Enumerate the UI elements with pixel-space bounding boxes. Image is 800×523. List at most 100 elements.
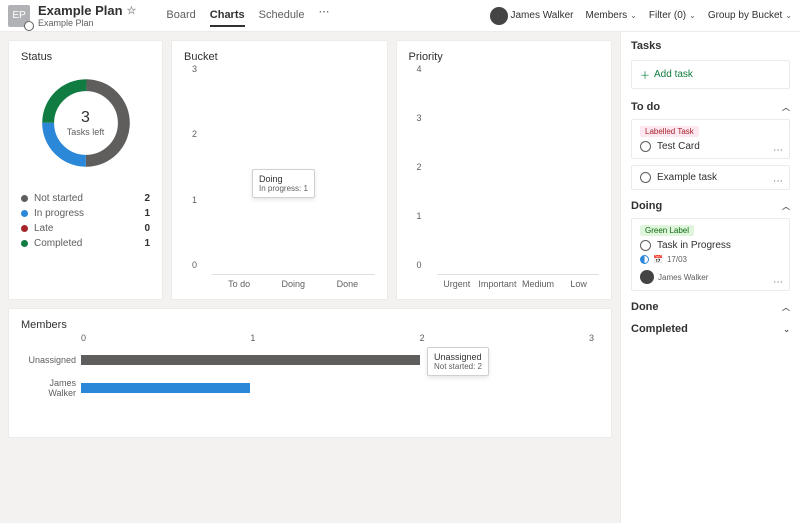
x-label: Low bbox=[558, 279, 599, 289]
tasks-left-label: Tasks left bbox=[67, 127, 105, 137]
task-more-icon[interactable]: ⋯ bbox=[773, 176, 783, 187]
complete-circle-icon[interactable] bbox=[640, 141, 651, 152]
x-cats: To doDoingDone bbox=[212, 279, 375, 289]
task-tag: Labelled Task bbox=[640, 126, 699, 137]
legend-value: 1 bbox=[144, 208, 150, 219]
legend-row: Completed 1 bbox=[21, 238, 150, 249]
info-icon[interactable]: i bbox=[24, 21, 34, 31]
legend-value: 1 bbox=[144, 238, 150, 249]
task-more-icon[interactable]: ⋯ bbox=[773, 145, 783, 156]
avatar-icon bbox=[640, 270, 654, 284]
plan-title-wrap: Example Plan ☆ Example Plan bbox=[38, 3, 136, 28]
member-row[interactable]: James Walker bbox=[81, 379, 589, 397]
plan-title: Example Plan ☆ bbox=[38, 3, 136, 18]
member-label: Unassigned bbox=[21, 355, 76, 365]
donut-chart[interactable]: 3 Tasks left bbox=[36, 73, 136, 173]
chevron-down-icon: ⌄ bbox=[783, 325, 790, 334]
members-button[interactable]: Members⌄ bbox=[585, 10, 636, 21]
app-header: EP i Example Plan ☆ Example Plan Board C… bbox=[0, 0, 800, 32]
task-card[interactable]: Green Label Task in Progress 📅 17/03 ⋯ J… bbox=[631, 218, 790, 291]
user-name: James Walker bbox=[511, 10, 574, 21]
chevron-up-icon: ︿ bbox=[782, 201, 790, 212]
complete-circle-icon[interactable] bbox=[640, 240, 651, 251]
tooltip-line: In progress: 1 bbox=[259, 184, 308, 193]
member-label: James Walker bbox=[21, 378, 76, 398]
y-tick: 2 bbox=[192, 129, 197, 139]
charts-area: Status 3 Tasks left Not started 2 In pro… bbox=[0, 32, 620, 523]
x-tick: 2 bbox=[420, 333, 425, 343]
x-label: Medium bbox=[518, 279, 559, 289]
bucket-label: Doing bbox=[631, 200, 662, 212]
x-cats: UrgentImportantMediumLow bbox=[437, 279, 600, 289]
header-right: James Walker Members⌄ Filter (0)⌄ Group … bbox=[490, 7, 793, 25]
y-tick: 4 bbox=[417, 64, 422, 74]
members-chart[interactable]: Unassigned Not started: 2 0123Unassigned… bbox=[81, 351, 589, 421]
task-card[interactable]: Example task ⋯ bbox=[631, 165, 790, 190]
legend-dot-icon bbox=[21, 225, 28, 232]
tasks-panel: Tasks ＋ Add task To do ︿ Labelled Task T… bbox=[620, 32, 800, 523]
y-tick: 3 bbox=[417, 113, 422, 123]
task-card[interactable]: Labelled Task Test Card ⋯ bbox=[631, 119, 790, 159]
due-date: 17/03 bbox=[667, 255, 687, 264]
y-tick: 1 bbox=[417, 211, 422, 221]
x-label: To do bbox=[212, 279, 266, 289]
tab-schedule[interactable]: Schedule bbox=[259, 5, 305, 27]
tab-charts[interactable]: Charts bbox=[210, 5, 245, 27]
bucket-head-doing[interactable]: Doing ︿ bbox=[631, 200, 790, 212]
legend-row: Late 0 bbox=[21, 223, 150, 234]
bar-segment bbox=[81, 355, 420, 365]
bucket-head-todo[interactable]: To do ︿ bbox=[631, 101, 790, 113]
priority-chart[interactable]: 01234UrgentImportantMediumLow bbox=[417, 79, 600, 275]
task-title: Task in Progress bbox=[657, 240, 731, 251]
legend-dot-icon bbox=[21, 240, 28, 247]
task-title: Example task bbox=[657, 172, 717, 183]
tab-board[interactable]: Board bbox=[166, 5, 195, 27]
bucket-title: Bucket bbox=[184, 51, 375, 63]
complete-circle-icon[interactable] bbox=[640, 172, 651, 183]
member-bar bbox=[81, 355, 589, 365]
status-card: Status 3 Tasks left Not started 2 In pro… bbox=[8, 40, 163, 300]
charts-row: Status 3 Tasks left Not started 2 In pro… bbox=[8, 40, 612, 300]
status-title: Status bbox=[21, 51, 150, 63]
bar-segment bbox=[81, 383, 250, 393]
x-label: Done bbox=[320, 279, 374, 289]
add-task-button[interactable]: ＋ Add task bbox=[631, 60, 790, 89]
bucket-head-done[interactable]: Done ︿ bbox=[631, 301, 790, 313]
donut-center: 3 Tasks left bbox=[36, 73, 136, 173]
legend-dot-icon bbox=[21, 210, 28, 217]
member-row[interactable]: Unassigned bbox=[81, 351, 589, 369]
task-more-icon[interactable]: ⋯ bbox=[773, 277, 783, 288]
calendar-icon: 📅 bbox=[653, 255, 663, 264]
filter-button[interactable]: Filter (0)⌄ bbox=[649, 10, 696, 21]
tasks-left-count: 3 bbox=[81, 109, 90, 127]
chevron-down-icon: ⌄ bbox=[630, 11, 637, 20]
add-task-label: Add task bbox=[654, 69, 693, 80]
filter-label: Filter (0) bbox=[649, 10, 686, 21]
x-label: Urgent bbox=[437, 279, 478, 289]
y-tick: 3 bbox=[192, 64, 197, 74]
x-tick: 0 bbox=[81, 333, 86, 343]
task-tag: Green Label bbox=[640, 225, 694, 236]
x-label: Important bbox=[477, 279, 518, 289]
x-label: Doing bbox=[266, 279, 320, 289]
legend-label: In progress bbox=[34, 208, 138, 219]
task-title: Test Card bbox=[657, 141, 700, 152]
more-tabs-icon[interactable]: ⋯ bbox=[319, 5, 330, 27]
y-tick: 0 bbox=[417, 260, 422, 270]
legend-value: 0 bbox=[144, 223, 150, 234]
group-label: Group by Bucket bbox=[708, 10, 782, 21]
plan-tile[interactable]: EP i bbox=[8, 5, 30, 27]
y-tick: 2 bbox=[417, 162, 422, 172]
y-tick: 1 bbox=[192, 195, 197, 205]
priority-card: Priority 01234UrgentImportantMediumLow bbox=[396, 40, 613, 300]
bucket-card: Bucket 0123To doDoingDone Doing In progr… bbox=[171, 40, 388, 300]
group-button[interactable]: Group by Bucket⌄ bbox=[708, 10, 792, 21]
plan-initials: EP bbox=[12, 10, 25, 21]
x-tick: 1 bbox=[250, 333, 255, 343]
legend-dot-icon bbox=[21, 195, 28, 202]
bucket-head-completed[interactable]: Completed ⌄ bbox=[631, 323, 790, 335]
current-user[interactable]: James Walker bbox=[490, 7, 574, 25]
favorite-star-icon[interactable]: ☆ bbox=[127, 4, 137, 17]
avatar-icon bbox=[490, 7, 508, 25]
progress-half-icon bbox=[640, 255, 649, 264]
